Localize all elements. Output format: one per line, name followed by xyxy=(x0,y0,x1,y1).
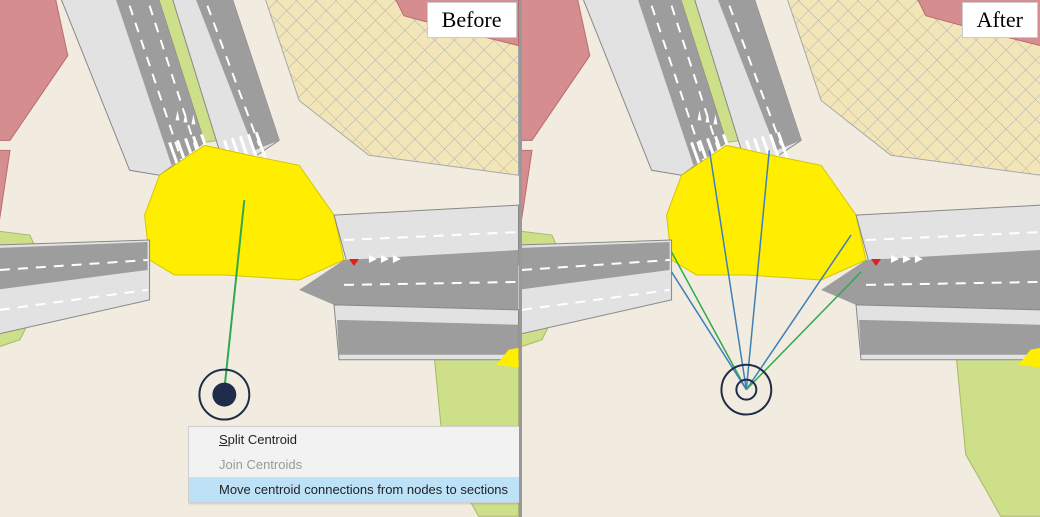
building xyxy=(522,0,590,140)
road-lower xyxy=(856,305,1040,368)
intersection-node xyxy=(145,145,344,280)
ctx-move-connections[interactable]: Move centroid connections from nodes to … xyxy=(189,477,519,502)
panel-after: After xyxy=(522,0,1040,517)
building xyxy=(522,150,532,230)
centroid[interactable] xyxy=(199,370,249,420)
label-before: Before xyxy=(427,2,517,38)
context-menu: Split Centroid Join Centroids Move centr… xyxy=(188,426,519,503)
ctx-split-centroid[interactable]: Split Centroid xyxy=(189,427,519,452)
building xyxy=(0,150,10,230)
road-lower xyxy=(334,305,518,368)
building xyxy=(0,0,68,140)
label-after: After xyxy=(962,2,1038,38)
panel-before: Before Split Centroid Join Centroids Mov… xyxy=(0,0,519,517)
ctx-label-rest: plit Centroid xyxy=(228,432,297,447)
ctx-join-centroids: Join Centroids xyxy=(189,452,519,477)
intersection-node xyxy=(666,145,865,280)
comparison-container: Before Split Centroid Join Centroids Mov… xyxy=(0,0,1040,517)
map-after[interactable] xyxy=(522,0,1040,517)
